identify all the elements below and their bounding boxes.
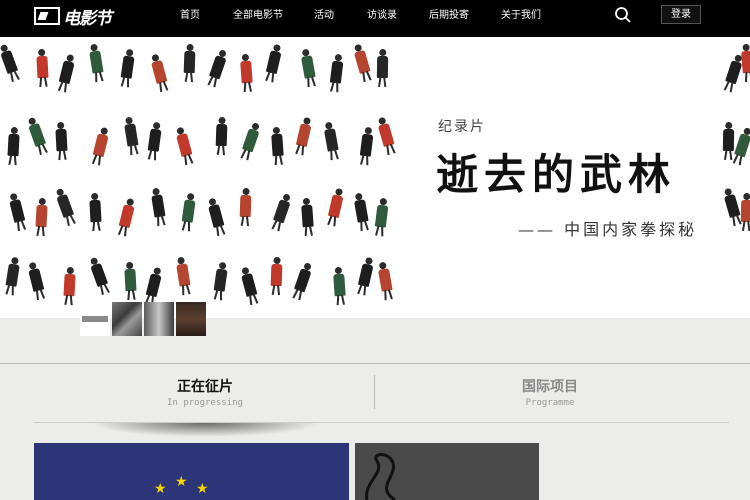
dancer-figure bbox=[26, 116, 48, 155]
dancer-figure bbox=[270, 192, 292, 232]
eu-star-icon: ★ bbox=[154, 481, 167, 497]
dancer-figure bbox=[359, 126, 374, 166]
dancer-figure bbox=[291, 261, 313, 301]
dancer-figure bbox=[264, 43, 282, 83]
dancer-figure bbox=[88, 256, 110, 295]
dancer-figure bbox=[183, 43, 196, 83]
dancer-figure bbox=[174, 126, 194, 166]
eu-star-icon: ★ bbox=[175, 474, 188, 490]
dancer-figure bbox=[294, 116, 312, 156]
nav-item-events[interactable]: 活动 bbox=[314, 0, 334, 37]
banner-title: 逝去的武林 bbox=[436, 150, 677, 199]
dancer-figure bbox=[175, 256, 191, 296]
dancer-figure bbox=[117, 197, 136, 237]
dancer-figure bbox=[180, 192, 196, 232]
dancer-figure bbox=[353, 192, 369, 232]
eu-star-icon: ★ bbox=[196, 481, 209, 497]
project-card-calligraphy[interactable] bbox=[355, 443, 539, 500]
nav-item-about-us[interactable]: 关于我们 bbox=[501, 0, 541, 37]
nav-item-post-submission[interactable]: 后期投寄 bbox=[429, 0, 469, 37]
dancer-figure bbox=[144, 266, 163, 306]
dancer-figure bbox=[57, 53, 76, 93]
dancer-figure bbox=[149, 53, 169, 93]
dancer-figure bbox=[376, 48, 389, 88]
dancer-figure bbox=[270, 256, 283, 296]
dancer-figure bbox=[146, 121, 162, 161]
banner-doc-label: 纪录片 bbox=[438, 119, 486, 135]
dancer-figure bbox=[7, 126, 20, 166]
dancer-figure bbox=[27, 261, 46, 301]
dancer-figure bbox=[300, 48, 316, 88]
tab-in-progress-subtitle: In progressing bbox=[167, 398, 243, 408]
tab-programme-subtitle: Programme bbox=[525, 398, 575, 408]
dancer-figure bbox=[352, 43, 372, 83]
dancer-figure bbox=[35, 197, 48, 237]
banner-subtitle: —— 中国内家拳探秘 bbox=[518, 220, 698, 239]
dancer-figure bbox=[89, 192, 102, 232]
dancer-figure bbox=[63, 266, 76, 306]
tab-programme-title: 国际项目 bbox=[522, 379, 578, 395]
dancer-figure bbox=[36, 48, 49, 88]
dancer-figure bbox=[239, 187, 252, 227]
dancer-figure bbox=[301, 197, 314, 237]
dancer-figure bbox=[8, 192, 27, 232]
dancer-figure bbox=[206, 197, 226, 237]
hero-banner[interactable]: 纪录片 逝去的武林 —— 中国内家拳探秘 bbox=[0, 37, 750, 318]
top-navigation-bar: 电影节 首页 全部电影节 活动 访谈录 后期投寄 关于我们 登录 bbox=[0, 0, 750, 37]
dancer-figure bbox=[271, 126, 284, 166]
dancer-figure bbox=[240, 53, 253, 93]
slide-thumb-3[interactable] bbox=[144, 302, 174, 336]
logo-film-icon bbox=[34, 7, 60, 25]
site-logo[interactable]: 电影节 bbox=[34, 5, 112, 29]
dancer-figure bbox=[88, 43, 104, 83]
calligraphy-brush-icon bbox=[365, 453, 396, 500]
dancer-figure bbox=[91, 126, 110, 166]
dancer-figure bbox=[722, 53, 743, 93]
active-tab-shadow-indicator bbox=[90, 423, 320, 437]
dancer-figure bbox=[124, 261, 137, 301]
logo-text: 电影节 bbox=[63, 8, 112, 29]
tab-separator bbox=[374, 375, 375, 409]
tab-in-progress-title: 正在征片 bbox=[177, 379, 233, 395]
dancer-figure bbox=[119, 48, 135, 88]
slide-thumb-1[interactable] bbox=[80, 302, 110, 336]
dancer-figure bbox=[239, 266, 259, 306]
dancer-figure bbox=[55, 121, 68, 161]
tab-programme[interactable]: 国际项目 Programme bbox=[505, 376, 595, 408]
nav-item-home[interactable]: 首页 bbox=[180, 0, 200, 37]
dancer-figure bbox=[239, 121, 261, 161]
dancer-figure bbox=[206, 48, 228, 88]
dancer-figure bbox=[377, 261, 393, 301]
dancer-figure bbox=[150, 187, 166, 227]
dancer-figure bbox=[722, 187, 742, 227]
project-card-eu[interactable]: ★ ★ ★ bbox=[34, 443, 349, 500]
dancer-figure bbox=[722, 121, 735, 161]
dancer-figure bbox=[326, 187, 344, 227]
nav-item-all-festivals[interactable]: 全部电影节 bbox=[233, 0, 283, 37]
slide-thumb-2[interactable] bbox=[112, 302, 142, 336]
dancer-figure bbox=[4, 256, 20, 296]
section-divider bbox=[0, 363, 750, 364]
slide-thumb-4[interactable] bbox=[176, 302, 206, 336]
dancer-figure bbox=[740, 43, 750, 83]
dancer-figure bbox=[374, 197, 389, 237]
dancer-figure bbox=[740, 192, 750, 232]
search-icon[interactable] bbox=[614, 6, 632, 24]
banner-slide-thumbnails bbox=[80, 302, 206, 336]
dancer-figure bbox=[329, 53, 344, 93]
dancer-figure bbox=[731, 126, 750, 166]
dancer-figure bbox=[0, 43, 20, 82]
dancer-figure bbox=[376, 116, 396, 156]
dancer-figure bbox=[123, 116, 139, 156]
dancer-figure bbox=[54, 187, 76, 226]
dancer-figure bbox=[333, 266, 346, 306]
tab-in-progress[interactable]: 正在征片 In progressing bbox=[160, 376, 250, 408]
dancer-figure bbox=[356, 256, 374, 296]
dancer-figure bbox=[212, 261, 228, 301]
dancer-figure bbox=[323, 121, 339, 161]
nav-item-interviews[interactable]: 访谈录 bbox=[367, 0, 397, 37]
dancer-figure bbox=[215, 116, 228, 156]
login-button[interactable]: 登录 bbox=[661, 5, 701, 24]
